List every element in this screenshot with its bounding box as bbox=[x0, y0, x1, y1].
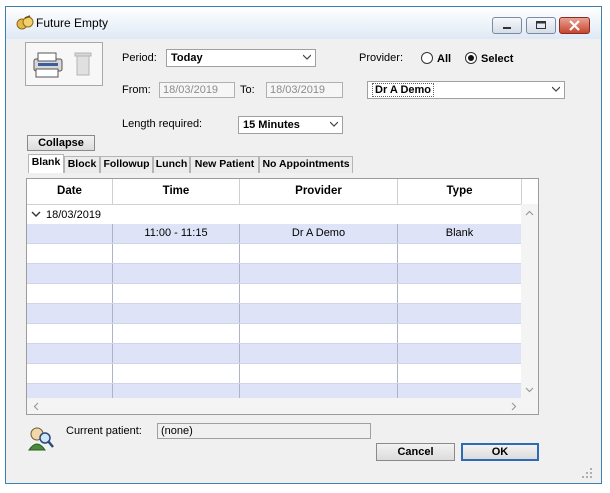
provider-select-radio[interactable] bbox=[465, 52, 477, 64]
cell-date bbox=[27, 224, 113, 243]
patient-search-icon bbox=[28, 427, 54, 451]
from-label: From: bbox=[122, 84, 151, 96]
cell-time: 11:00 - 11:15 bbox=[113, 224, 240, 243]
column-header-time[interactable]: Time bbox=[113, 179, 240, 204]
length-value: 15 Minutes bbox=[243, 119, 300, 131]
chevron-left-icon[interactable] bbox=[33, 402, 39, 411]
title-bar: Future Empty bbox=[6, 7, 601, 39]
chevron-down-icon[interactable] bbox=[525, 387, 534, 393]
maximize-icon bbox=[536, 21, 546, 29]
dialog-window: Future Empty Period: Today Provider: All… bbox=[5, 6, 602, 484]
app-icon bbox=[16, 15, 34, 30]
to-label: To: bbox=[240, 84, 255, 96]
close-icon bbox=[569, 20, 580, 31]
cancel-label: Cancel bbox=[397, 446, 434, 458]
current-patient-value: (none) bbox=[161, 425, 193, 437]
chevron-down-icon bbox=[330, 121, 338, 127]
minimize-button[interactable] bbox=[492, 17, 522, 34]
from-date-field[interactable]: 18/03/2019 bbox=[159, 82, 235, 98]
resize-grip-icon[interactable] bbox=[581, 467, 593, 479]
ok-button[interactable]: OK bbox=[461, 443, 539, 461]
window-title: Future Empty bbox=[36, 16, 109, 30]
length-select[interactable]: 15 Minutes bbox=[238, 116, 343, 134]
provider-value: Dr A Demo bbox=[372, 83, 435, 97]
column-header-provider[interactable]: Provider bbox=[240, 179, 398, 204]
provider-all-radio[interactable] bbox=[421, 52, 433, 64]
provider-select-label[interactable]: Select bbox=[481, 53, 513, 65]
collapse-label: Collapse bbox=[38, 137, 84, 149]
cell-provider: Dr A Demo bbox=[240, 224, 398, 243]
cancel-button[interactable]: Cancel bbox=[376, 443, 455, 461]
current-patient-field: (none) bbox=[157, 423, 371, 439]
provider-label: Provider: bbox=[359, 52, 404, 64]
ok-label: OK bbox=[491, 446, 509, 458]
provider-all-label[interactable]: All bbox=[437, 53, 451, 65]
to-date-value: 18/03/2019 bbox=[270, 84, 326, 96]
table-row[interactable] bbox=[27, 284, 522, 304]
period-select[interactable]: Today bbox=[166, 49, 316, 67]
table-row[interactable] bbox=[27, 304, 522, 324]
cell-type: Blank bbox=[398, 224, 522, 243]
table-row[interactable] bbox=[27, 324, 522, 344]
to-date-field[interactable]: 18/03/2019 bbox=[266, 82, 343, 98]
table-row[interactable] bbox=[27, 264, 522, 284]
table-row[interactable] bbox=[27, 244, 522, 264]
tab-followup[interactable]: Followup bbox=[100, 156, 153, 173]
vertical-scrollbar[interactable] bbox=[521, 204, 538, 399]
chevron-down-icon bbox=[552, 86, 560, 92]
trash-icon[interactable] bbox=[73, 51, 93, 77]
current-patient-label: Current patient: bbox=[66, 425, 142, 437]
column-header-date[interactable]: Date bbox=[27, 179, 113, 204]
chevron-up-icon[interactable] bbox=[525, 210, 534, 216]
close-button[interactable] bbox=[559, 17, 590, 34]
tab-blank[interactable]: Blank bbox=[28, 154, 64, 173]
group-row[interactable]: 18/03/2019 bbox=[27, 205, 522, 223]
group-date: 18/03/2019 bbox=[46, 209, 102, 221]
provider-select[interactable]: Dr A Demo bbox=[367, 81, 565, 99]
period-label: Period: bbox=[122, 52, 157, 64]
table-row[interactable]: 11:00 - 11:15 Dr A Demo Blank bbox=[27, 224, 522, 244]
horizontal-scrollbar[interactable] bbox=[27, 398, 538, 414]
tab-new-patient[interactable]: New Patient bbox=[190, 156, 259, 173]
appointments-grid: Date Time Provider Type 18/03/2019 11:00… bbox=[26, 178, 539, 415]
tab-lunch[interactable]: Lunch bbox=[153, 156, 190, 173]
period-value: Today bbox=[171, 52, 203, 64]
from-date-value: 18/03/2019 bbox=[163, 84, 219, 96]
chevron-right-icon[interactable] bbox=[511, 402, 517, 411]
chevron-down-icon bbox=[303, 54, 311, 60]
column-header-type[interactable]: Type bbox=[398, 179, 522, 204]
table-row[interactable] bbox=[27, 344, 522, 364]
grid-header: Date Time Provider Type bbox=[27, 179, 522, 205]
tab-no-appointments[interactable]: No Appointments bbox=[259, 156, 353, 173]
tab-block[interactable]: Block bbox=[64, 156, 100, 173]
length-label: Length required: bbox=[122, 118, 203, 130]
collapse-button[interactable]: Collapse bbox=[27, 135, 95, 151]
minimize-icon bbox=[503, 27, 511, 29]
maximize-button[interactable] bbox=[526, 17, 556, 34]
table-row[interactable] bbox=[27, 364, 522, 384]
chevron-down-icon[interactable] bbox=[31, 211, 41, 218]
